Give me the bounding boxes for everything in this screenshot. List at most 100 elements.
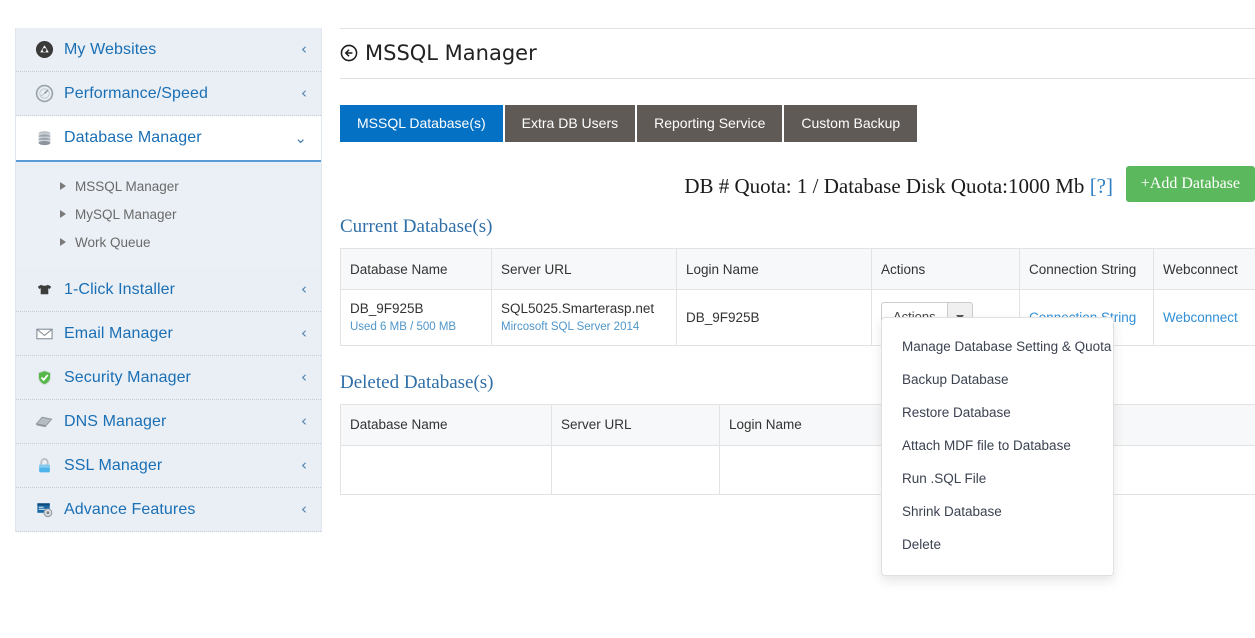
cell-deleted-server-url [551,444,720,495]
sidebar-item-performance-speed[interactable]: Performance/Speed ‹ [16,72,321,116]
menu-item-delete[interactable]: Delete [882,528,1113,561]
quota-help-link[interactable]: [?] [1090,174,1113,198]
dns-card-icon [32,411,56,433]
login-name-value: DB_9F925B [686,309,760,325]
tab-reporting-service[interactable]: Reporting Service [637,105,783,142]
sidebar-item-database-manager[interactable]: Database Manager ⌄ [16,116,321,160]
deleted-databases-table: Database Name Server URL Login Name [340,403,1255,495]
sidebar-item-my-websites[interactable]: My Websites ‹ [16,28,321,72]
chevron-left-icon[interactable]: ‹ [301,42,307,57]
chevron-left-icon[interactable]: ‹ [301,326,307,341]
sidebar-subitem-label: MSSQL Manager [75,178,179,194]
database-usage-value: Used 6 MB / 500 MB [350,320,457,333]
sidebar-item-dns-manager[interactable]: DNS Manager ‹ [16,400,321,444]
sidebar-item-label: My Websites [64,40,157,58]
col-server-url: Server URL [491,248,677,290]
sidebar: My Websites ‹ Performance/Speed ‹ Databa… [15,28,322,532]
caret-right-icon [60,238,66,246]
tab-mssql-databases[interactable]: MSSQL Database(s) [340,105,503,142]
menu-item-manage-database-setting-quota[interactable]: Manage Database Setting & Quota [882,330,1113,363]
sidebar-subitem-mssql-manager[interactable]: MSSQL Manager [16,172,321,200]
cell-database-name: DB_9F925B Used 6 MB / 500 MB [340,289,492,346]
sidebar-item-label: Performance/Speed [64,84,209,102]
tab-custom-backup[interactable]: Custom Backup [784,105,918,142]
col-database-name: Database Name [340,248,492,290]
actions-dropdown-menu: Manage Database Setting & Quota Backup D… [881,317,1114,576]
cell-webconnect: Webconnect [1153,289,1255,346]
webconnect-link[interactable]: Webconnect [1163,310,1238,325]
table-header-row: Database Name Server URL Login Name [340,403,1255,446]
page-title-text: MSSQL Manager [365,41,537,65]
current-databases-table: Database Name Server URL Login Name Acti… [340,248,1255,346]
chevron-left-icon[interactable]: ‹ [301,458,307,473]
cell-deleted-database-name [340,444,552,495]
sidebar-item-email-manager[interactable]: Email Manager ‹ [16,312,321,356]
menu-item-backup-database[interactable]: Backup Database [882,363,1113,396]
menu-item-run-sql-file[interactable]: Run .SQL File [882,462,1113,495]
sidebar-item-label: Email Manager [64,324,173,342]
col-deleted-blank-2 [1089,403,1255,446]
chevron-down-icon[interactable]: ⌄ [294,130,307,146]
database-name-value: DB_9F925B [350,301,424,316]
chevron-left-icon[interactable]: ‹ [301,282,307,297]
col-actions: Actions [871,248,1020,290]
menu-item-restore-database[interactable]: Restore Database [882,396,1113,429]
sidebar-item-1-click-installer[interactable]: 1-Click Installer ‹ [16,268,321,312]
col-connection-string: Connection String [1019,248,1154,290]
page-header: MSSQL Manager [340,28,1255,79]
page-title: MSSQL Manager [340,41,1255,65]
server-url-value: SQL5025.Smarterasp.net [501,301,655,316]
chevron-left-icon[interactable]: ‹ [301,86,307,101]
sidebar-subitem-label: MySQL Manager [75,206,177,222]
add-database-button[interactable]: +Add Database [1125,166,1255,202]
gear-window-icon [32,499,56,521]
sidebar-item-label: SSL Manager [64,456,163,474]
speedometer-icon [32,83,56,105]
sidebar-item-security-manager[interactable]: Security Manager ‹ [16,356,321,400]
col-webconnect: Webconnect [1153,248,1255,290]
table-row [340,444,1255,495]
chevron-left-icon[interactable]: ‹ [301,414,307,429]
database-stack-icon [32,127,56,149]
tab-extra-db-users[interactable]: Extra DB Users [504,105,636,142]
sidebar-item-advance-features[interactable]: Advance Features ‹ [16,488,321,532]
cell-deleted-blank-2 [1089,444,1255,495]
shield-check-icon [32,367,56,389]
sidebar-subitem-label: Work Queue [75,234,151,250]
envelope-icon [32,323,56,345]
quota-bar: DB # Quota: 1 / Database Disk Quota:1000… [340,166,1255,214]
caret-right-icon [60,210,66,218]
mssql-manager-page: My Websites ‹ Performance/Speed ‹ Databa… [0,0,1255,638]
table-header-row: Database Name Server URL Login Name Acti… [340,248,1255,290]
server-version-value: Mircosoft SQL Server 2014 [501,320,640,333]
sidebar-item-label: Advance Features [64,500,196,518]
quota-text: DB # Quota: 1 / Database Disk Quota:1000… [684,174,1113,199]
deleted-databases-title: Deleted Database(s) [340,371,494,393]
col-deleted-server-url: Server URL [551,403,720,446]
current-databases-title: Current Database(s) [340,216,493,237]
sidebar-subitem-work-queue[interactable]: Work Queue [16,228,321,256]
target-left-arrow-icon [340,44,358,62]
caret-right-icon [60,182,66,190]
menu-item-attach-mdf-file-to-database[interactable]: Attach MDF file to Database [882,429,1113,462]
sidebar-item-label: Security Manager [64,368,191,386]
sidebar-subitem-mysql-manager[interactable]: MySQL Manager [16,200,321,228]
cell-login-name: DB_9F925B [676,289,872,346]
quota-label: DB # Quota: 1 / Database Disk Quota:1000… [684,174,1090,198]
sidebar-item-label: Database Manager [64,129,202,146]
sidebar-item-label: 1-Click Installer [64,280,176,298]
menu-item-shrink-database[interactable]: Shrink Database [882,495,1113,528]
sidebar-item-ssl-manager[interactable]: SSL Manager ‹ [16,444,321,488]
tshirt-icon [32,279,56,301]
globe-badge-icon [32,39,56,61]
col-deleted-database-name: Database Name [340,403,552,446]
padlock-icon [32,455,56,477]
chevron-left-icon[interactable]: ‹ [301,502,307,517]
main-content: MSSQL Manager MSSQL Database(s) Extra DB… [340,28,1255,495]
table-row: DB_9F925B Used 6 MB / 500 MB SQL5025.Sma… [340,289,1255,346]
sidebar-submenu-database-manager: MSSQL Manager MySQL Manager Work Queue [16,160,321,268]
sidebar-item-label: DNS Manager [64,412,167,430]
tab-bar: MSSQL Database(s) Extra DB Users Reporti… [340,105,1255,142]
chevron-left-icon[interactable]: ‹ [301,370,307,385]
col-login-name: Login Name [676,248,872,290]
